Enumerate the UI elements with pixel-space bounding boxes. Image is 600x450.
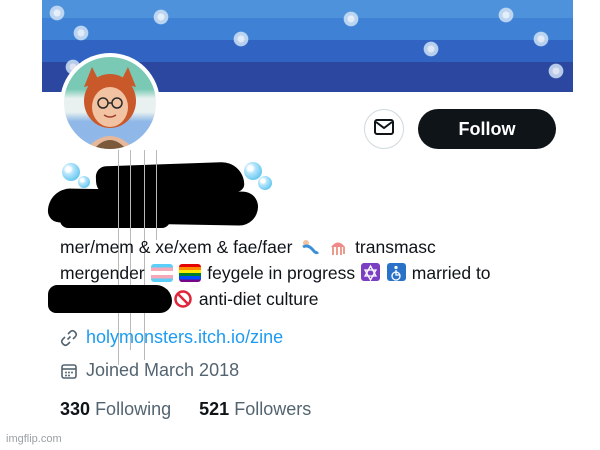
redacted-handle — [60, 212, 170, 228]
website-link[interactable]: holymonsters.itch.io/zine — [86, 327, 283, 348]
bio-feygele: feygele in progress — [207, 263, 356, 283]
transgender-flag-emoji — [150, 264, 173, 282]
bio-mergender: mergender — [60, 263, 145, 283]
wheelchair-emoji — [386, 263, 406, 281]
avatar-image — [64, 57, 156, 149]
joined-date: Joined March 2018 — [86, 360, 240, 380]
rainbow-flag-emoji — [179, 264, 202, 282]
avatar[interactable] — [60, 53, 160, 153]
bubble-emoji — [78, 176, 90, 188]
profile-joined: Joined March 2018 — [60, 360, 239, 381]
redacted-spouse-name — [48, 285, 172, 313]
bubble-emoji — [258, 176, 272, 190]
bio-married: married to — [411, 263, 491, 283]
star-of-david-emoji — [361, 263, 381, 282]
bio-transmasc: transmasc — [355, 237, 436, 257]
merperson-emoji — [298, 237, 320, 255]
watermark: imgflip.com — [6, 433, 62, 445]
jellyfish-emoji — [327, 237, 349, 255]
followers-label: Followers — [234, 399, 312, 419]
following-label: Following — [95, 399, 172, 419]
envelope-icon — [374, 119, 394, 139]
link-icon — [60, 329, 78, 347]
following-link[interactable]: 330 Following — [60, 399, 171, 419]
bubble-emoji — [62, 163, 80, 181]
followers-link[interactable]: 521 Followers — [199, 399, 311, 419]
prohibited-emoji — [173, 289, 193, 308]
follow-stats: 330 Following 521 Followers — [60, 399, 311, 420]
followers-count: 521 — [199, 399, 230, 419]
profile-website[interactable]: holymonsters.itch.io/zine — [60, 327, 283, 348]
calendar-icon — [60, 362, 78, 380]
bio-anti-diet: anti-diet culture — [198, 289, 319, 309]
follow-button[interactable]: Follow — [418, 109, 556, 149]
bio-pronouns: mer/mem & xe/xem & fae/faer — [60, 237, 293, 257]
following-count: 330 — [60, 399, 91, 419]
message-button[interactable] — [364, 109, 404, 149]
